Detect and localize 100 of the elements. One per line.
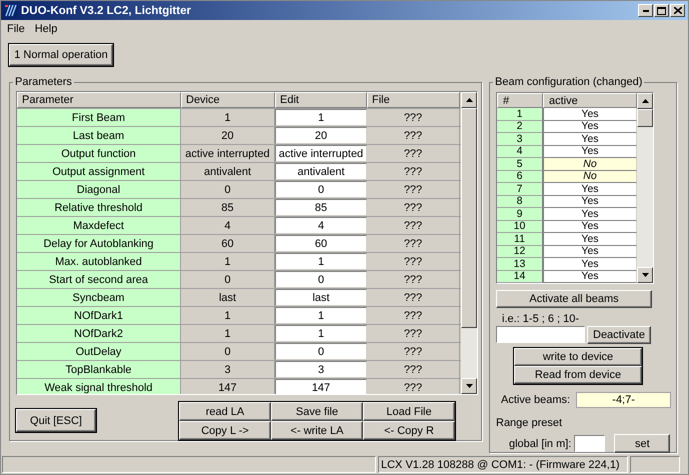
field-label: global [in m]: [509,438,572,450]
beam-state-cell[interactable]: Yes [543,120,637,133]
edit-cell[interactable]: 0 [275,343,367,360]
column-header[interactable]: File [367,92,460,108]
table-cell: Weak signal threshold [17,379,181,394]
table-cell: 1 [497,108,543,120]
table-cell: First Beam [17,109,181,126]
maximize-button[interactable] [654,4,669,17]
write-button[interactable]: write to device [514,348,642,366]
edit-cell[interactable]: 4 [275,217,367,234]
table-cell: 7 [497,183,543,196]
table-cell: NOfDark2 [17,325,181,342]
column-header[interactable]: Edit [275,92,367,108]
activate-all-button[interactable]: Activate all beams [496,290,652,308]
edit-cell[interactable]: last [275,289,367,306]
action-button[interactable]: <- write LA [271,421,363,440]
edit-cell[interactable]: 1 [275,109,367,126]
beam-state-cell[interactable]: Yes [543,270,637,283]
set-button[interactable]: set [614,434,670,453]
column-header[interactable]: active [543,93,637,108]
table-cell: Syncbeam [17,289,181,306]
table-cell: ??? [367,271,460,288]
app-icon [4,4,18,17]
edit-cell[interactable]: 60 [275,235,367,252]
column-header[interactable]: # [497,93,543,108]
close-button[interactable] [670,4,685,17]
beam-state-cell[interactable]: Yes [543,196,637,208]
beam-state-cell[interactable]: Yes [543,208,637,220]
beam-state-cell[interactable]: Yes [543,258,637,270]
table-cell: ??? [367,181,460,198]
edit-cell[interactable]: 147 [275,379,367,394]
edit-cell[interactable]: 3 [275,361,367,378]
edit-cell[interactable]: 1 [275,253,367,270]
section-label: Range preset [496,417,562,429]
action-button[interactable]: Save file [271,402,363,421]
scrollbar[interactable] [461,92,477,394]
beam-state-cell[interactable]: No [543,170,637,183]
read-button[interactable]: Read from device [514,366,642,384]
table-cell: 6 [497,170,543,183]
edit-cell[interactable]: 0 [275,181,367,198]
edit-cell[interactable]: 1 [275,307,367,324]
table-cell: ??? [367,289,460,306]
action-button[interactable]: Copy L -> [179,421,271,440]
deactivate-button[interactable]: Deactivate [587,326,651,344]
up-arrow-icon [642,99,648,103]
scroll-down-button[interactable] [461,378,477,394]
table-cell: Delay for Autoblanking [17,235,181,252]
menu-item[interactable]: File [7,23,25,36]
table-cell: Diagonal [17,181,181,198]
table-cell: Relative threshold [17,199,181,216]
beam-state-cell[interactable]: Yes [543,220,637,233]
column-header[interactable]: Device [181,92,275,108]
table-cell: 10 [497,220,543,233]
action-button[interactable]: Load File [363,402,455,421]
minimize-icon [642,10,648,12]
mode-button[interactable]: 1 Normal operation [9,44,113,66]
table-cell: ??? [367,217,460,234]
beam-state-cell[interactable]: Yes [543,133,637,146]
beam-state-cell[interactable]: Yes [543,146,637,158]
table-cell: TopBlankable [17,361,181,378]
edit-cell[interactable]: 1 [275,325,367,342]
status-text: LCX V1.28 108288 @ COM1: - (Firmware 224,1) [378,456,628,473]
minimize-button[interactable] [638,4,653,17]
menu-item[interactable]: Help [34,23,58,36]
scroll-up-button[interactable] [637,93,653,109]
table-cell: ??? [367,325,460,342]
table-cell: Start of second area [17,271,181,288]
field-label: Active beams: [501,394,570,406]
beam-state-cell[interactable]: No [543,158,637,170]
hint-text: i.e.: 1-5 ; 6 ; 10- [502,313,580,325]
table-cell: ??? [367,253,460,270]
beam-state-cell[interactable]: Yes [543,108,637,120]
beam-state-cell[interactable]: Yes [543,233,637,246]
table-cell: 5 [497,158,543,170]
edit-cell[interactable]: 20 [275,127,367,144]
range-input-field[interactable] [574,435,606,452]
table-cell: 8 [497,196,543,208]
maximize-icon [657,6,666,14]
edit-cell[interactable]: 0 [275,271,367,288]
edit-cell[interactable]: antivalent [275,163,367,180]
scroll-thumb[interactable] [637,109,653,127]
action-button[interactable]: read LA [179,402,271,421]
scroll-thumb[interactable] [461,108,477,328]
table-cell: NOfDark1 [17,307,181,324]
table-cell: 14 [497,270,543,283]
range-input-field[interactable] [496,326,585,343]
edit-cell[interactable]: 85 [275,199,367,216]
scrollbar[interactable] [637,93,653,283]
beam-state-cell[interactable]: Yes [543,246,637,258]
table-cell: 11 [497,233,543,246]
beam-state-cell[interactable]: Yes [543,183,637,196]
group-title: Beam configuration (changed) [493,76,644,89]
scroll-down-button[interactable] [637,266,653,283]
action-button[interactable]: <- Copy R [363,421,455,440]
table-cell: 13 [497,258,543,270]
edit-cell[interactable]: active interrupted [275,145,367,162]
column-header[interactable]: Parameter [17,92,181,108]
scroll-up-button[interactable] [461,92,477,108]
table-cell: ??? [367,379,460,394]
quit-button[interactable]: Quit [ESC] [16,409,96,432]
